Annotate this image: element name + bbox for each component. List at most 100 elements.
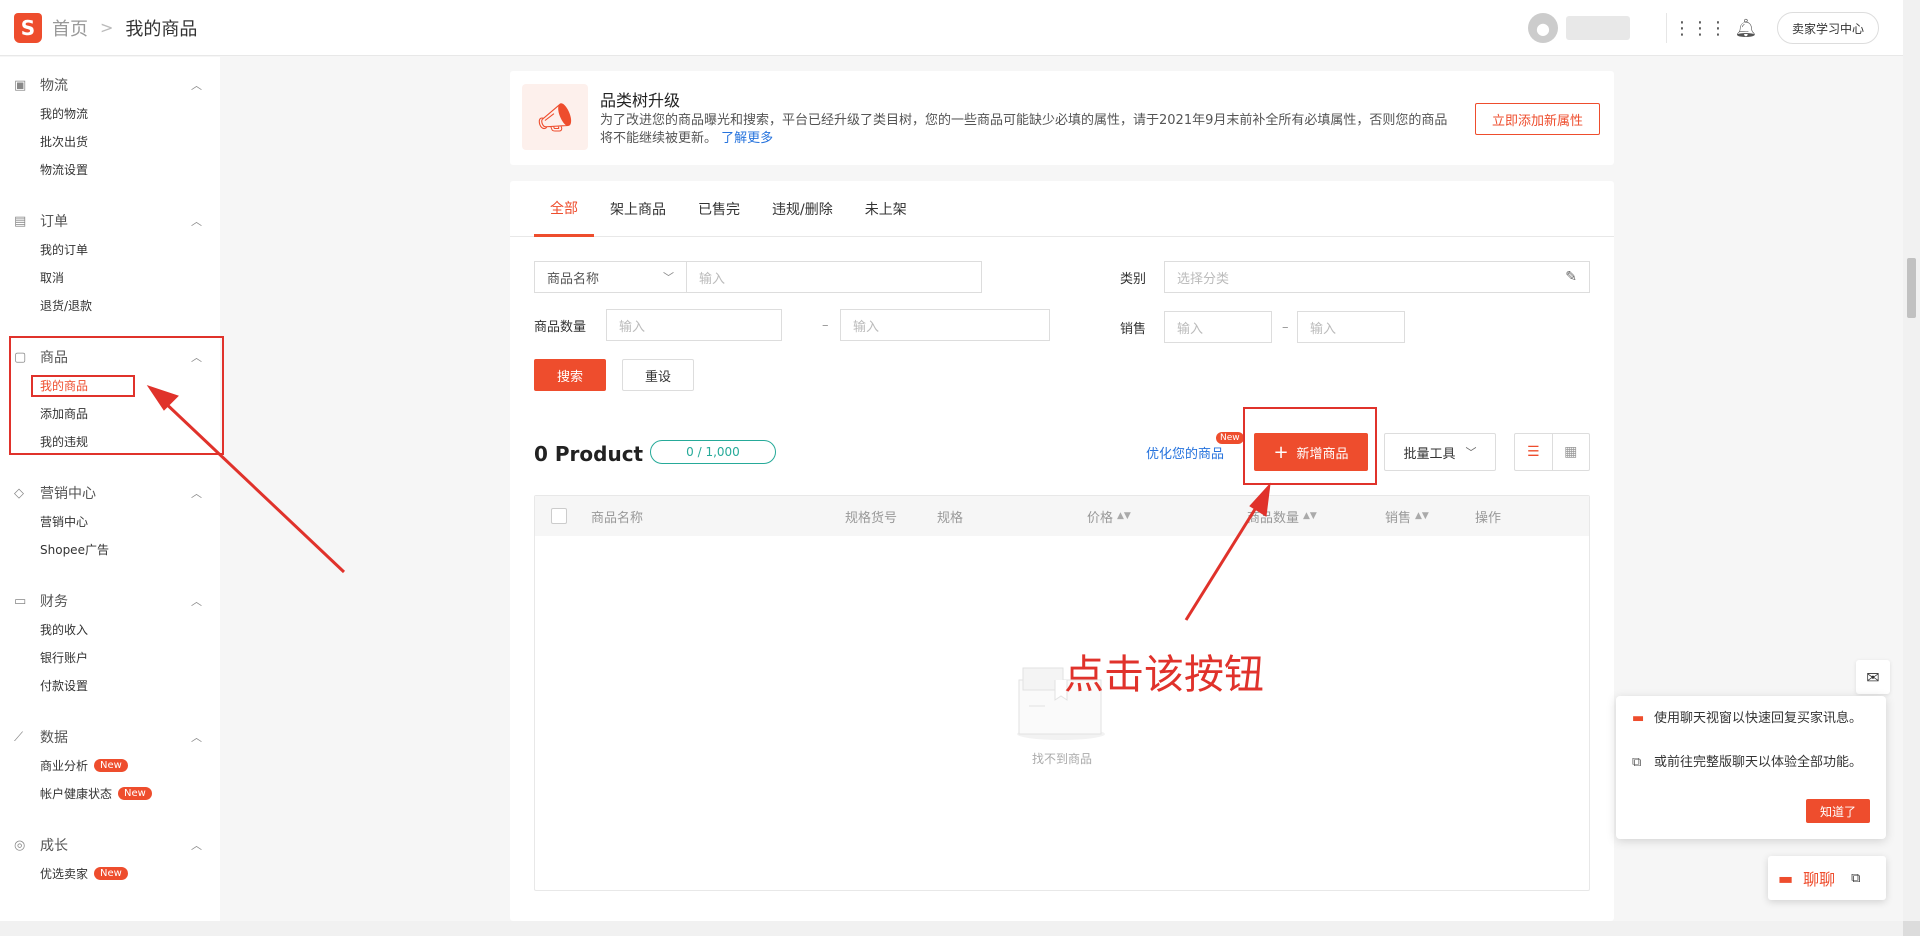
- optimize-products-link[interactable]: 优化您的商品: [1146, 443, 1224, 462]
- chat-tip-text: 使用聊天视窗以快速回复买家讯息。: [1654, 711, 1863, 726]
- search-button[interactable]: 搜索: [534, 359, 606, 391]
- chevron-up-icon[interactable]: ︿: [191, 213, 202, 229]
- chat-tip-ok-button[interactable]: 知道了: [1805, 799, 1870, 823]
- sidebar-item-preferred-seller[interactable]: 优选卖家 New: [0, 859, 220, 887]
- sidebar-group-header[interactable]: ▤ 订单 ︿: [0, 207, 220, 235]
- quantity-label: 商品数量: [534, 319, 587, 335]
- grid-view-icon[interactable]: ▦: [1553, 434, 1590, 470]
- tab-all[interactable]: 全部: [534, 181, 594, 237]
- sidebar-item-my-logistics[interactable]: 我的物流: [0, 99, 220, 127]
- pencil-icon[interactable]: ✎: [1565, 269, 1577, 285]
- sidebar-item-bank-account[interactable]: 银行账户: [0, 643, 220, 671]
- clipboard-icon: ▤: [14, 213, 27, 229]
- category-select[interactable]: 选择分类 ✎: [1164, 261, 1590, 293]
- user-name-blurred[interactable]: [1565, 16, 1630, 40]
- list-view-icon[interactable]: ☰: [1515, 434, 1553, 470]
- add-attributes-button[interactable]: 立即添加新属性: [1474, 103, 1600, 135]
- sort-icon[interactable]: ▲▼: [1303, 511, 1317, 521]
- sidebar-item-account-health[interactable]: 帐户健康状态 New: [0, 779, 220, 807]
- tab-violation[interactable]: 违规/删除: [756, 181, 849, 237]
- tab-live[interactable]: 架上商品: [594, 181, 682, 237]
- sidebar-item-marketing-center[interactable]: 营销中心: [0, 507, 220, 535]
- tab-unlisted[interactable]: 未上架: [849, 181, 923, 237]
- sidebar-item-logistics-settings[interactable]: 物流设置: [0, 155, 220, 183]
- breadcrumb-home[interactable]: 首页: [52, 15, 88, 41]
- new-badge: New: [94, 866, 128, 880]
- sidebar-item-my-orders[interactable]: 我的订单: [0, 235, 220, 263]
- new-badge: New: [118, 786, 152, 800]
- chat-launcher[interactable]: ▬ 聊聊 ⧉: [1768, 856, 1886, 900]
- sidebar-group-header[interactable]: ▣ 物流 ︿: [0, 71, 220, 99]
- sidebar-group-header[interactable]: ▭ 财务 ︿: [0, 587, 220, 615]
- learn-more-link[interactable]: 了解更多: [721, 131, 773, 146]
- sidebar-group-label: 订单: [40, 214, 68, 230]
- user-avatar-icon[interactable]: ●: [1527, 13, 1558, 43]
- sidebar: ▣ 物流 ︿ 我的物流 批次出货 物流设置 ▤ 订单 ︿ 我的订单 取消 退货/退款 ▢…: [0, 57, 220, 921]
- header-divider: [1665, 13, 1667, 43]
- sidebar-group-marketing: ◇ 营销中心 ︿ 营销中心 Shopee广告: [0, 479, 220, 563]
- chevron-up-icon[interactable]: ︿: [191, 837, 202, 853]
- scrollbar-corner: [1903, 921, 1920, 936]
- breadcrumb-current: 我的商品: [125, 18, 198, 40]
- search-field-select[interactable]: 商品名称 ﹀: [534, 261, 686, 293]
- annotation-box-my-products: [31, 375, 135, 397]
- quantity-max-input[interactable]: 输入: [840, 309, 1050, 341]
- apps-grid-icon[interactable]: ⋮⋮⋮: [1673, 13, 1727, 43]
- quantity-min-input[interactable]: 输入: [606, 309, 782, 341]
- chat-tip-1: ▬ 使用聊天视窗以快速回复买家讯息。: [1632, 710, 1872, 727]
- empty-state-text: 找不到商品: [1031, 752, 1092, 766]
- shopee-logo[interactable]: S: [14, 12, 42, 43]
- column-header-sales[interactable]: 销售 ▲▼: [1385, 496, 1429, 536]
- tab-sold-out[interactable]: 已售完: [682, 181, 756, 237]
- category-label: 类别: [1120, 271, 1147, 287]
- sidebar-group-data: ⟋ 数据 ︿ 商业分析 New 帐户健康状态 New: [0, 723, 220, 807]
- badge-icon: ◎: [14, 837, 26, 853]
- select-all-checkbox[interactable]: [551, 508, 567, 524]
- sidebar-item-payment-settings[interactable]: 付款设置: [0, 671, 220, 699]
- sidebar-group-label: 财务: [40, 594, 68, 610]
- column-label: 销售: [1385, 510, 1412, 526]
- chevron-up-icon[interactable]: ︿: [191, 485, 202, 501]
- learning-center-button[interactable]: 卖家学习中心: [1776, 12, 1879, 44]
- column-header-price[interactable]: 价格 ▲▼: [1087, 496, 1131, 536]
- banner-text: 为了改进您的商品曝光和搜索，平台已经升级了类目树，您的一些商品可能缺少必填的属性…: [600, 112, 1460, 148]
- sort-icon[interactable]: ▲▼: [1117, 511, 1131, 521]
- megaphone-icon: 📣︎: [522, 84, 588, 150]
- product-tabs: 全部 架上商品 已售完 违规/删除 未上架: [510, 181, 1614, 237]
- batch-tools-dropdown[interactable]: 批量工具 ﹀: [1384, 433, 1496, 471]
- range-dash: –: [822, 317, 829, 333]
- sidebar-group-label: 成长: [40, 838, 68, 854]
- sidebar-group-label: 营销中心: [40, 486, 96, 502]
- sidebar-group-header[interactable]: ◎ 成长 ︿: [0, 831, 220, 859]
- sidebar-item-my-income[interactable]: 我的收入: [0, 615, 220, 643]
- column-header-action: 操作: [1475, 510, 1502, 526]
- horizontal-scrollbar[interactable]: [0, 921, 1903, 936]
- sidebar-item-business-insights[interactable]: 商业分析 New: [0, 751, 220, 779]
- chevron-up-icon[interactable]: ︿: [191, 77, 202, 93]
- sidebar-item-batch-ship[interactable]: 批次出货: [0, 127, 220, 155]
- sidebar-item-shopee-ads[interactable]: Shopee广告: [0, 535, 220, 563]
- breadcrumb-separator: >: [100, 18, 114, 37]
- chat-envelope-icon[interactable]: ✉: [1856, 660, 1890, 694]
- sidebar-group-header[interactable]: ◇ 营销中心 ︿: [0, 479, 220, 507]
- sales-max-input[interactable]: 输入: [1297, 311, 1405, 343]
- sales-min-input[interactable]: 输入: [1164, 311, 1272, 343]
- chevron-up-icon[interactable]: ︿: [191, 593, 202, 609]
- vertical-scrollbar[interactable]: [1903, 0, 1920, 921]
- reset-button[interactable]: 重设: [622, 359, 694, 391]
- product-name-input[interactable]: 输入: [686, 261, 982, 293]
- view-toggle: ☰ ▦: [1514, 433, 1590, 471]
- scrollbar-thumb[interactable]: [1907, 258, 1916, 318]
- column-header-variation: 规格: [937, 510, 964, 526]
- bell-icon[interactable]: 🔔︎: [1731, 13, 1761, 43]
- expand-icon[interactable]: ⧉: [1851, 871, 1860, 886]
- select-value: 商品名称: [547, 271, 600, 287]
- sort-icon[interactable]: ▲▼: [1415, 511, 1429, 521]
- chat-tip-text: 或前往完整版聊天以体验全部功能。: [1654, 755, 1863, 770]
- sidebar-group-header[interactable]: ⟋ 数据 ︿: [0, 723, 220, 751]
- chat-tip-popover: ▬ 使用聊天视窗以快速回复买家讯息。 ⧉ 或前往完整版聊天以体验全部功能。 知道了: [1616, 696, 1886, 839]
- sidebar-item-returns[interactable]: 退货/退款: [0, 291, 220, 319]
- chevron-up-icon[interactable]: ︿: [191, 729, 202, 745]
- column-header-stock[interactable]: 商品数量 ▲▼: [1247, 496, 1317, 536]
- sidebar-item-cancel[interactable]: 取消: [0, 263, 220, 291]
